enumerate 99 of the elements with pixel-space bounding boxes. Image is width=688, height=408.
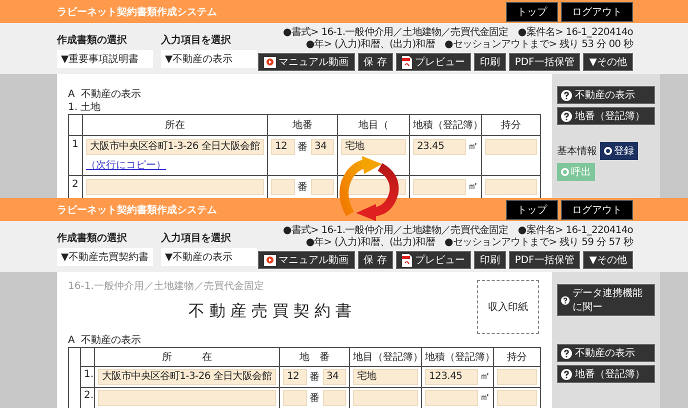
input-field[interactable]: 12 — [283, 369, 306, 385]
input-field[interactable]: 大阪市中央区谷町1-3-26 全日大阪会館 — [98, 369, 276, 385]
help-icon — [561, 90, 572, 100]
copy-link[interactable]: （次行にコピー） — [86, 158, 166, 172]
info-line: ●年> (入力)和暦、(出力)和暦 ●セッションアウトまで> 残り 53 分 00 秒 — [306, 39, 633, 51]
unit-label: ㎡ — [468, 140, 478, 153]
column-header: 地目（ — [338, 114, 410, 136]
info-line: ●書式> 16-1.一般仲介用／土地建物／売買代金固定 ●案件名> 16-1_220414o — [282, 27, 633, 38]
document-icon — [402, 254, 412, 266]
selector-label: 入力項目を選択 — [161, 232, 232, 245]
input-field[interactable] — [497, 369, 537, 385]
selector-label: 作成書類の選択 — [57, 34, 128, 47]
help-icon — [561, 348, 572, 358]
input-field[interactable]: 34 — [322, 369, 346, 385]
input-field[interactable] — [310, 179, 334, 195]
ring-icon — [604, 147, 612, 155]
input-field[interactable] — [413, 179, 466, 195]
column-header: 所 在 — [94, 348, 280, 366]
breadcrumb: 16-1.一般仲介用／土地建物／売買代金固定 — [68, 280, 265, 293]
lot-label: 番 — [310, 370, 320, 384]
column-header: 持分 — [494, 348, 540, 366]
toolbar-button[interactable]: マニュアル動画 — [258, 251, 355, 269]
play-icon — [264, 254, 276, 266]
input-field[interactable] — [322, 390, 346, 406]
select-field[interactable]: ▼不動産売買契約書 — [57, 248, 153, 266]
row-number: 1 — [68, 136, 82, 176]
info-line: ●年> (入力)和暦、(出力)和暦 ●セッションアウトまで> 残り 59 分 57 秒 — [306, 237, 633, 249]
info-line: ●書式> 16-1.一般仲介用／土地建物／売買代金固定 ●案件名> 16-1_220414o — [282, 225, 633, 236]
toolbar-button[interactable]: ▼その他 — [583, 53, 633, 71]
toolbar-button[interactable]: 保 存 — [358, 251, 393, 269]
input-field[interactable] — [271, 179, 294, 195]
nav-button[interactable]: ログアウト — [561, 2, 633, 22]
document-title: 不動産売買契約書 — [188, 301, 358, 322]
document-icon — [402, 56, 412, 68]
unit-label: ㎡ — [468, 180, 478, 193]
help-icon — [561, 110, 572, 122]
toolbar-button[interactable]: PDF一括保管 — [508, 53, 580, 71]
column-header: 地積（登記簿） — [410, 114, 482, 136]
lot-label: 番 — [310, 392, 320, 405]
nav-button[interactable]: ログアウト — [561, 200, 633, 220]
lot-label: 番 — [298, 180, 308, 194]
help-icon — [561, 368, 572, 380]
input-field[interactable]: 大阪市中央区谷町1-3-26 全日大阪会館 — [86, 139, 264, 155]
column-header: 地積（登記簿） — [422, 348, 494, 366]
row-number: 1. — [80, 366, 94, 388]
help-button[interactable]: 不動産の表示 — [557, 344, 655, 362]
input-field[interactable]: 12 — [271, 139, 294, 155]
input-field[interactable] — [485, 179, 537, 195]
input-field[interactable]: 宅地 — [341, 139, 406, 155]
help-button[interactable]: データ連携機能に関ー — [557, 284, 655, 316]
input-field[interactable] — [353, 390, 418, 406]
toolbar-button[interactable]: プレビュー — [396, 53, 471, 71]
section-heading: A 不動産の表示 — [68, 88, 142, 101]
nav-button[interactable]: トップ — [506, 2, 558, 22]
help-button[interactable]: 不動産の表示 — [557, 86, 655, 104]
input-field[interactable]: 23.45 — [413, 139, 466, 155]
help-button[interactable]: 地番（登記簿） — [557, 107, 655, 125]
select-field[interactable]: ▼重要事項説明書 — [57, 50, 153, 68]
cycle-arrows-drawing — [340, 156, 399, 221]
input-field[interactable]: 34 — [310, 139, 334, 155]
ring-icon — [561, 168, 569, 176]
nav-button[interactable]: トップ — [506, 200, 558, 220]
basic-info-button[interactable]: 登録 — [600, 142, 638, 160]
stamp-box: 収入印紙 — [477, 280, 539, 334]
column-header: 持分 — [482, 114, 540, 136]
help-icon — [561, 294, 570, 306]
basic-info-label: 基本情報 — [557, 144, 597, 158]
selector-label: 作成書類の選択 — [57, 232, 128, 245]
play-icon — [264, 56, 276, 68]
column-header: 地番 — [268, 114, 338, 136]
unit-label: ㎡ — [480, 370, 490, 383]
input-field[interactable]: 宅地 — [353, 369, 418, 385]
toolbar-button[interactable]: 保 存 — [358, 53, 393, 71]
select-field[interactable]: ▼不動産の表示 — [161, 50, 257, 68]
help-button[interactable]: 地番（登記簿） — [557, 365, 655, 383]
column-header: 地目（登記簿） — [350, 348, 422, 366]
subsection-heading: 1. 土地 — [68, 101, 102, 114]
input-field[interactable] — [98, 390, 276, 406]
toolbar-button[interactable]: 印刷 — [474, 53, 506, 71]
app-title: ラビーネット契約書類作成システム — [57, 6, 217, 18]
selector-label: 入力項目を選択 — [161, 34, 232, 47]
toolbar-button[interactable]: プレビュー — [396, 251, 471, 269]
input-field[interactable] — [283, 390, 306, 406]
toolbar-button[interactable]: ▼その他 — [583, 251, 633, 269]
toolbar-button[interactable]: PDF一括保管 — [508, 251, 580, 269]
input-field[interactable] — [497, 390, 537, 406]
input-field[interactable] — [425, 390, 478, 406]
input-field[interactable]: 123.45 — [425, 369, 478, 385]
input-field[interactable] — [86, 179, 264, 195]
lot-label: 番 — [298, 140, 308, 154]
column-header: 所在 — [82, 114, 268, 136]
toolbar-button[interactable]: 印刷 — [474, 251, 506, 269]
input-field[interactable] — [485, 139, 537, 155]
section-heading: A 不動産の表示 — [68, 334, 142, 347]
column-header: 地 番 — [280, 348, 350, 366]
unit-label: ㎡ — [480, 391, 490, 404]
app-title: ラビーネット契約書類作成システム — [57, 204, 217, 216]
select-field[interactable]: ▼不動産の表示 — [161, 248, 257, 266]
toolbar-button[interactable]: マニュアル動画 — [258, 53, 355, 71]
